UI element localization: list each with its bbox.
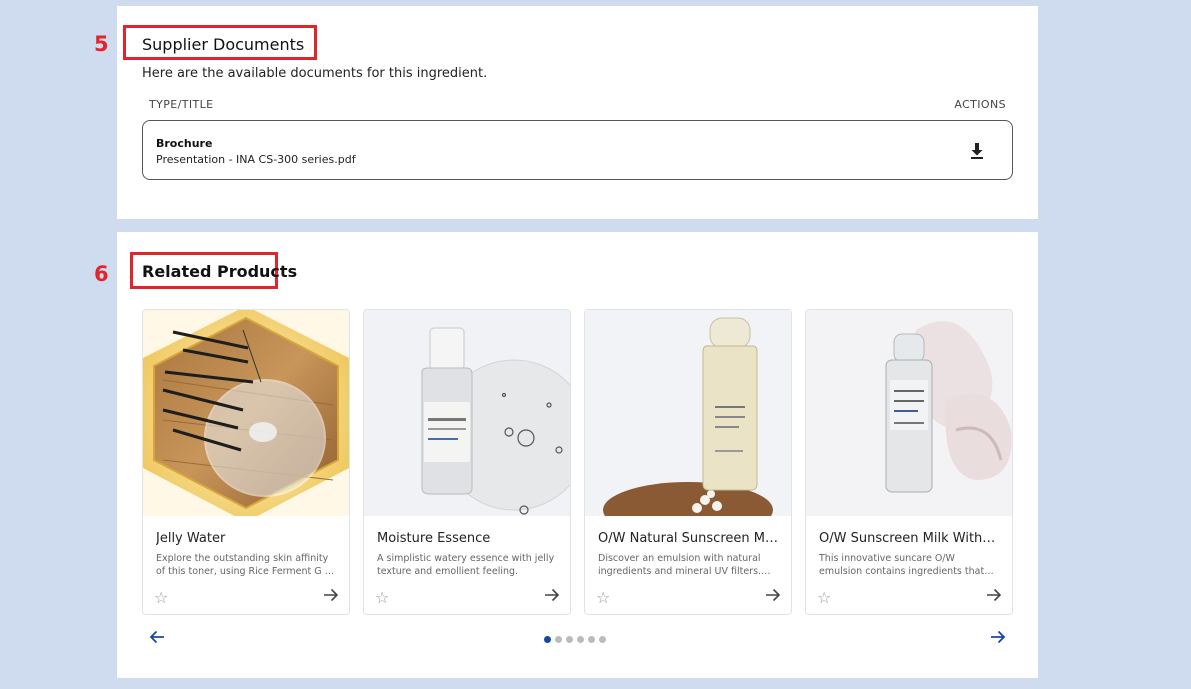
download-button[interactable] bbox=[968, 141, 986, 161]
arrow-right-icon[interactable] bbox=[544, 587, 560, 608]
column-header-actions: ACTIONS bbox=[954, 98, 1006, 111]
carousel-pagination bbox=[544, 636, 606, 643]
pagination-dot[interactable] bbox=[544, 636, 551, 643]
product-description: A simplistic watery essence with jelly t… bbox=[377, 553, 555, 577]
product-name: O/W Natural Sunscreen Milk bbox=[598, 531, 778, 546]
pagination-dot[interactable] bbox=[588, 636, 595, 643]
product-card-moisture-essence[interactable]: Moisture Essence A simplistic watery ess… bbox=[363, 309, 571, 615]
document-type: Brochure bbox=[156, 137, 213, 150]
product-image bbox=[364, 310, 570, 516]
column-header-type: TYPE/TITLE bbox=[149, 98, 214, 111]
product-image bbox=[806, 310, 1012, 516]
pagination-dot[interactable] bbox=[599, 636, 606, 643]
product-image bbox=[585, 310, 791, 516]
document-title: Presentation - INA CS-300 series.pdf bbox=[156, 153, 356, 166]
product-name: Jelly Water bbox=[156, 531, 226, 546]
section-subtitle: Here are the available documents for thi… bbox=[142, 66, 488, 81]
annotation-number-5: 5 bbox=[94, 32, 109, 56]
download-icon bbox=[971, 143, 983, 159]
product-card-jelly-water[interactable]: Jelly Water Explore the outstanding skin… bbox=[142, 309, 350, 615]
pagination-dot[interactable] bbox=[566, 636, 573, 643]
carousel-prev-button[interactable] bbox=[149, 629, 165, 650]
favorite-star-icon[interactable]: ☆ bbox=[817, 588, 831, 608]
product-card-ow-natural-sunscreen-milk[interactable]: O/W Natural Sunscreen Milk Discover an e… bbox=[584, 309, 792, 615]
arrow-right-icon bbox=[991, 630, 1006, 644]
related-products-panel: Related Products Jelly Water Explore the… bbox=[117, 232, 1038, 678]
product-name: O/W Sunscreen Milk With… bbox=[819, 531, 996, 546]
document-row: Brochure Presentation - INA CS-300 serie… bbox=[142, 120, 1013, 180]
arrow-right-icon[interactable] bbox=[323, 587, 339, 608]
supplier-documents-panel: Supplier Documents Here are the availabl… bbox=[117, 6, 1038, 219]
product-description: Discover an emulsion with natural ingred… bbox=[598, 553, 762, 577]
section-title: Related Products bbox=[142, 262, 298, 281]
product-image bbox=[143, 310, 349, 516]
favorite-star-icon[interactable]: ☆ bbox=[154, 588, 168, 608]
product-description: This innovative suncare O/W emulsion con… bbox=[819, 553, 985, 577]
pagination-dot[interactable] bbox=[555, 636, 562, 643]
favorite-star-icon[interactable]: ☆ bbox=[596, 588, 610, 608]
section-title: Supplier Documents bbox=[142, 35, 305, 54]
pagination-dot[interactable] bbox=[577, 636, 584, 643]
product-card-ow-sunscreen-milk-with[interactable]: O/W Sunscreen Milk With… This innovative… bbox=[805, 309, 1013, 615]
product-name: Moisture Essence bbox=[377, 531, 491, 546]
arrow-left-icon bbox=[149, 630, 164, 644]
carousel-next-button[interactable] bbox=[990, 629, 1006, 650]
arrow-right-icon[interactable] bbox=[986, 587, 1002, 608]
favorite-star-icon[interactable]: ☆ bbox=[375, 588, 389, 608]
annotation-number-6: 6 bbox=[94, 262, 109, 286]
product-description: Explore the outstanding skin affinity of… bbox=[156, 553, 336, 577]
arrow-right-icon[interactable] bbox=[765, 587, 781, 608]
